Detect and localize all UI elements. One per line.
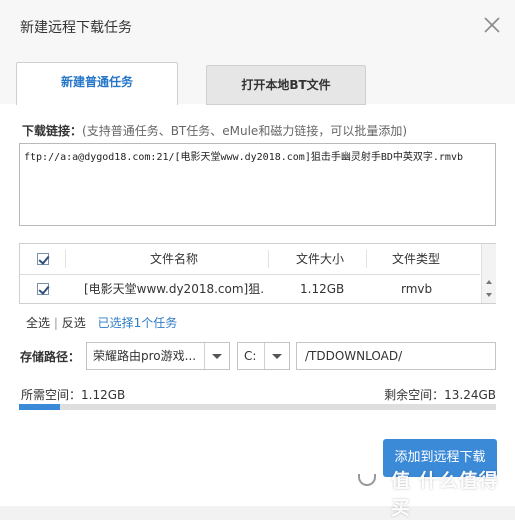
- chevron-down-icon: [212, 354, 222, 359]
- download-link-label-row: 下载链接：(支持普通任务、BT任务、eMule和磁力链接，可以批量添加): [22, 122, 407, 139]
- space-usage-fill: [19, 404, 60, 410]
- remaining-space: 剩余空间：13.24GB: [384, 388, 496, 402]
- scroll-up-icon[interactable]: [486, 280, 492, 284]
- invert-selection-link[interactable]: 反选: [62, 316, 86, 330]
- chevron-down-icon: [272, 354, 282, 359]
- selection-controls: 全选 | 反选 已选择1个任务: [26, 314, 177, 331]
- window-title: 新建远程下载任务: [20, 20, 132, 36]
- drive-select-value: C:: [244, 349, 257, 363]
- file-table: 文件名称 文件大小 文件类型 [电影天堂www.dy2018.com]狙... …: [19, 243, 496, 304]
- storage-path-label: 存储路径：: [20, 350, 81, 364]
- table-header: 文件名称 文件大小 文件类型: [20, 244, 480, 275]
- download-link-textarea[interactable]: ftp://a:a@dygod18.com:21/[电影天堂www.dy2018…: [19, 143, 496, 226]
- selection-status: 已选择1个任务: [97, 316, 178, 330]
- table-row[interactable]: [电影天堂www.dy2018.com]狙... 1.12GB rmvb: [20, 275, 480, 303]
- download-link-label: 下载链接：: [22, 124, 83, 138]
- column-header-name: 文件名称: [150, 252, 199, 266]
- column-divider: [268, 250, 269, 268]
- file-type-cell: rmvb: [401, 282, 433, 296]
- device-dropdown-button[interactable]: [204, 343, 229, 369]
- space-usage-bar: [19, 404, 496, 410]
- column-header-size: 文件大小: [296, 252, 345, 266]
- column-divider: [65, 250, 66, 268]
- check-icon: [38, 283, 50, 295]
- select-all-checkbox[interactable]: [37, 253, 50, 265]
- title-bar: 新建远程下载任务: [0, 0, 515, 50]
- file-size-cell: 1.12GB: [300, 282, 345, 296]
- path-input[interactable]: /TDDOWNLOAD/: [296, 342, 496, 370]
- select-all-link[interactable]: 全选: [26, 316, 50, 330]
- scroll-down-icon[interactable]: [486, 293, 492, 297]
- column-divider: [366, 250, 367, 268]
- smzdm-logo: [347, 462, 383, 498]
- device-select-value: 荣耀路由pro游戏...: [93, 349, 197, 363]
- download-link-hint: (支持普通任务、BT任务、eMule和磁力链接，可以批量添加): [82, 124, 408, 138]
- tab-new-normal-task[interactable]: 新建普通任务: [16, 62, 178, 105]
- check-icon: [38, 253, 50, 265]
- drive-select[interactable]: C:: [237, 342, 290, 370]
- file-name-cell: [电影天堂www.dy2018.com]狙...: [84, 282, 264, 296]
- row-checkbox[interactable]: [37, 283, 50, 295]
- device-select[interactable]: 荣耀路由pro游戏...: [86, 342, 230, 370]
- drive-dropdown-button[interactable]: [264, 343, 289, 369]
- tab-open-local-bt[interactable]: 打开本地BT文件: [206, 65, 366, 105]
- watermark-text: 值 什么值得买: [391, 470, 499, 519]
- table-scrollbar[interactable]: [481, 244, 496, 303]
- selection-divider: |: [53, 316, 58, 330]
- close-icon[interactable]: [481, 14, 503, 36]
- column-header-type: 文件类型: [392, 252, 441, 266]
- required-space: 所需空间：1.12GB: [21, 388, 126, 402]
- watermark: 值 什么值得买: [347, 462, 507, 519]
